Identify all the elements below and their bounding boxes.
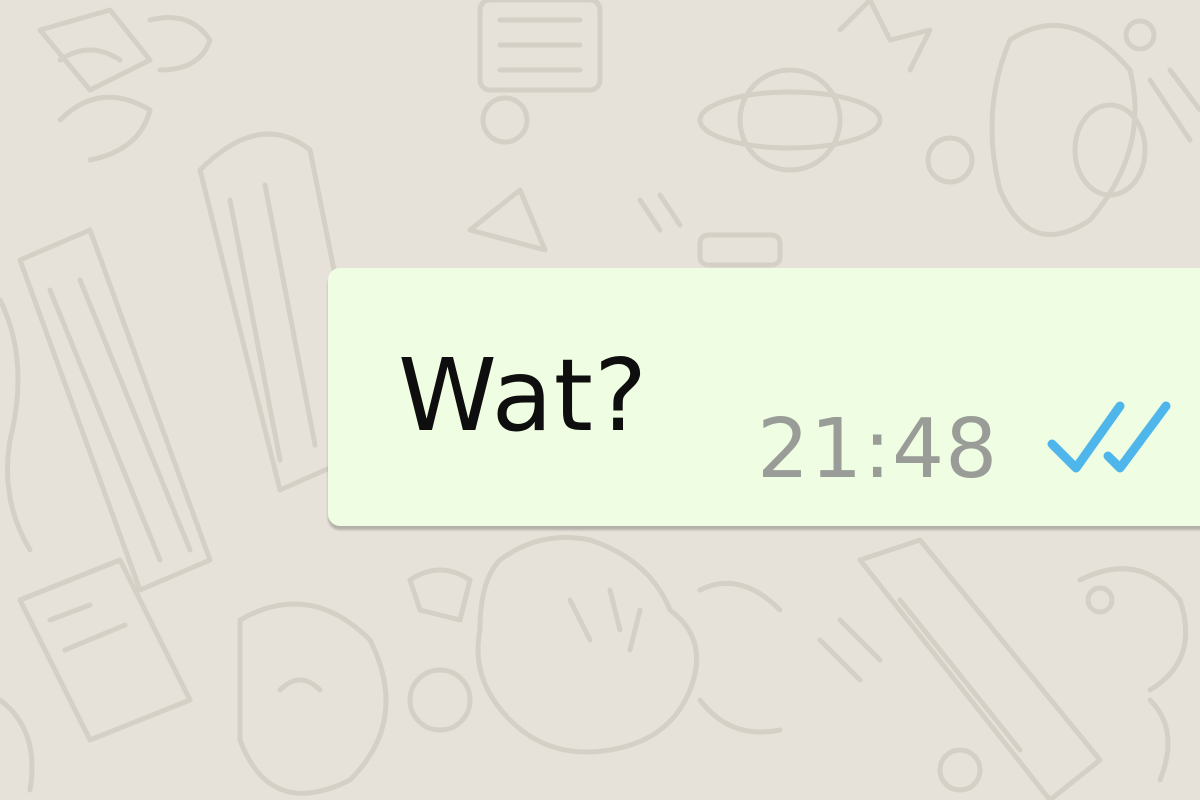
message-text: Wat?	[398, 337, 649, 454]
double-check-icon	[1047, 401, 1171, 473]
message-timestamp: 21:48	[757, 402, 999, 497]
